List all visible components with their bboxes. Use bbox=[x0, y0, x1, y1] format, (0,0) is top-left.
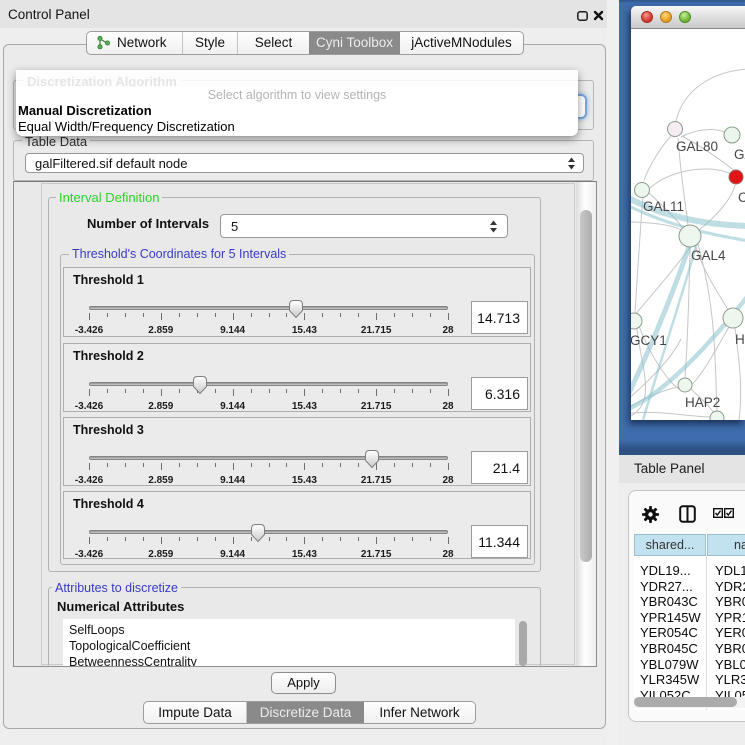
svg-text:H: H bbox=[735, 332, 745, 347]
svg-text:HAP2: HAP2 bbox=[685, 395, 720, 410]
svg-text:GAL4: GAL4 bbox=[691, 248, 726, 263]
svg-text:GA: GA bbox=[734, 147, 745, 162]
svg-text:GAL80: GAL80 bbox=[676, 139, 718, 154]
svg-text:GAL11: GAL11 bbox=[643, 199, 684, 214]
svg-text:GCY1: GCY1 bbox=[631, 333, 667, 348]
svg-text:C: C bbox=[738, 190, 745, 205]
